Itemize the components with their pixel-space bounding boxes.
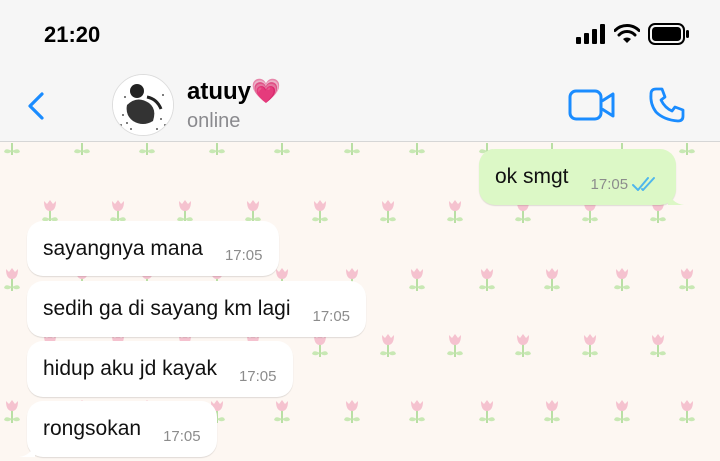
message-text: hidup aku jd kayak — [43, 357, 217, 380]
tulip-pattern-icon — [245, 200, 261, 223]
contact-name[interactable]: atuuy💗 — [187, 77, 281, 106]
chat-area[interactable]: ok smgt 17:05 sayangnya mana 17:05 sedih… — [0, 143, 720, 461]
tulip-pattern-icon — [515, 334, 531, 357]
bubble-tail — [668, 189, 685, 205]
tulip-pattern-icon — [4, 143, 20, 155]
back-button[interactable] — [22, 86, 52, 126]
video-call-button[interactable] — [568, 88, 616, 122]
bubble-tail — [19, 441, 35, 457]
video-call-icon — [568, 89, 615, 121]
message-incoming[interactable]: sayangnya mana 17:05 — [27, 221, 279, 276]
message-text: sayangnya mana — [43, 236, 203, 260]
message-meta: 17:05 — [591, 176, 661, 193]
tulip-pattern-icon — [409, 400, 425, 423]
message-outgoing[interactable]: ok smgt 17:05 — [479, 149, 685, 205]
message-time: 17:05 — [312, 307, 351, 325]
message-incoming[interactable]: hidup aku jd kayak 17:05 — [27, 341, 293, 397]
voice-call-button[interactable] — [648, 86, 686, 124]
tulip-pattern-icon — [139, 143, 155, 155]
chat-header: atuuy💗 online — [0, 68, 720, 142]
status-bar: 21:20 — [0, 0, 720, 68]
tulip-pattern-icon — [582, 334, 598, 357]
tulip-pattern-icon — [679, 400, 695, 423]
tulip-pattern-icon — [479, 400, 495, 423]
tulip-pattern-icon — [447, 200, 463, 223]
tulip-pattern-icon — [274, 400, 290, 423]
tulip-pattern-icon — [177, 200, 193, 223]
tulip-pattern-icon — [344, 143, 360, 155]
tulip-pattern-icon — [4, 400, 20, 423]
message-time: 17:05 — [238, 367, 277, 385]
tulip-pattern-icon — [650, 334, 666, 357]
message-time: 17:05 — [224, 247, 263, 264]
tulip-pattern-icon — [479, 268, 495, 291]
message-incoming[interactable]: sedih ga di sayang km lagi 17:05 — [27, 281, 367, 337]
battery-icon — [648, 23, 689, 45]
contact-avatar[interactable] — [112, 74, 174, 136]
tulip-pattern-icon — [380, 200, 396, 223]
avatar-image — [113, 75, 173, 135]
message-text: rongsokan — [43, 417, 142, 440]
contact-status: online — [187, 110, 241, 132]
phone-call-icon — [649, 87, 685, 123]
tulip-pattern-icon — [409, 143, 425, 155]
message-text: ok smgt — [495, 165, 569, 188]
message-text: sedih ga di sayang km lagi — [43, 297, 291, 320]
message-time: 17:05 — [163, 427, 201, 445]
tulip-pattern-icon — [4, 268, 20, 291]
tulip-pattern-icon — [344, 400, 360, 423]
wifi-icon — [614, 24, 640, 43]
tulip-pattern-icon — [312, 200, 328, 223]
message-incoming[interactable]: rongsokan 17:05 — [19, 401, 217, 457]
tulip-pattern-icon — [447, 334, 463, 357]
back-chevron-icon — [28, 92, 44, 120]
tulip-pattern-icon — [42, 200, 58, 223]
tulip-pattern-icon — [110, 200, 126, 223]
tulip-pattern-icon — [380, 334, 396, 357]
tulip-pattern-icon — [679, 143, 695, 155]
tulip-pattern-icon — [74, 143, 90, 155]
tulip-pattern-icon — [679, 268, 695, 291]
tulip-pattern-icon — [274, 143, 290, 155]
tulip-pattern-icon — [312, 334, 328, 357]
tulip-pattern-icon — [209, 143, 225, 155]
tulip-pattern-icon — [614, 268, 630, 291]
tulip-pattern-icon — [409, 268, 425, 291]
status-time: 21:20 — [44, 22, 101, 47]
status-icons — [576, 22, 690, 46]
read-ticks-icon — [632, 177, 656, 191]
tulip-pattern-icon — [614, 400, 630, 423]
message-time: 17:05 — [590, 175, 629, 193]
signal-icon — [576, 24, 605, 44]
tulip-pattern-icon — [544, 400, 560, 423]
tulip-pattern-icon — [544, 268, 560, 291]
